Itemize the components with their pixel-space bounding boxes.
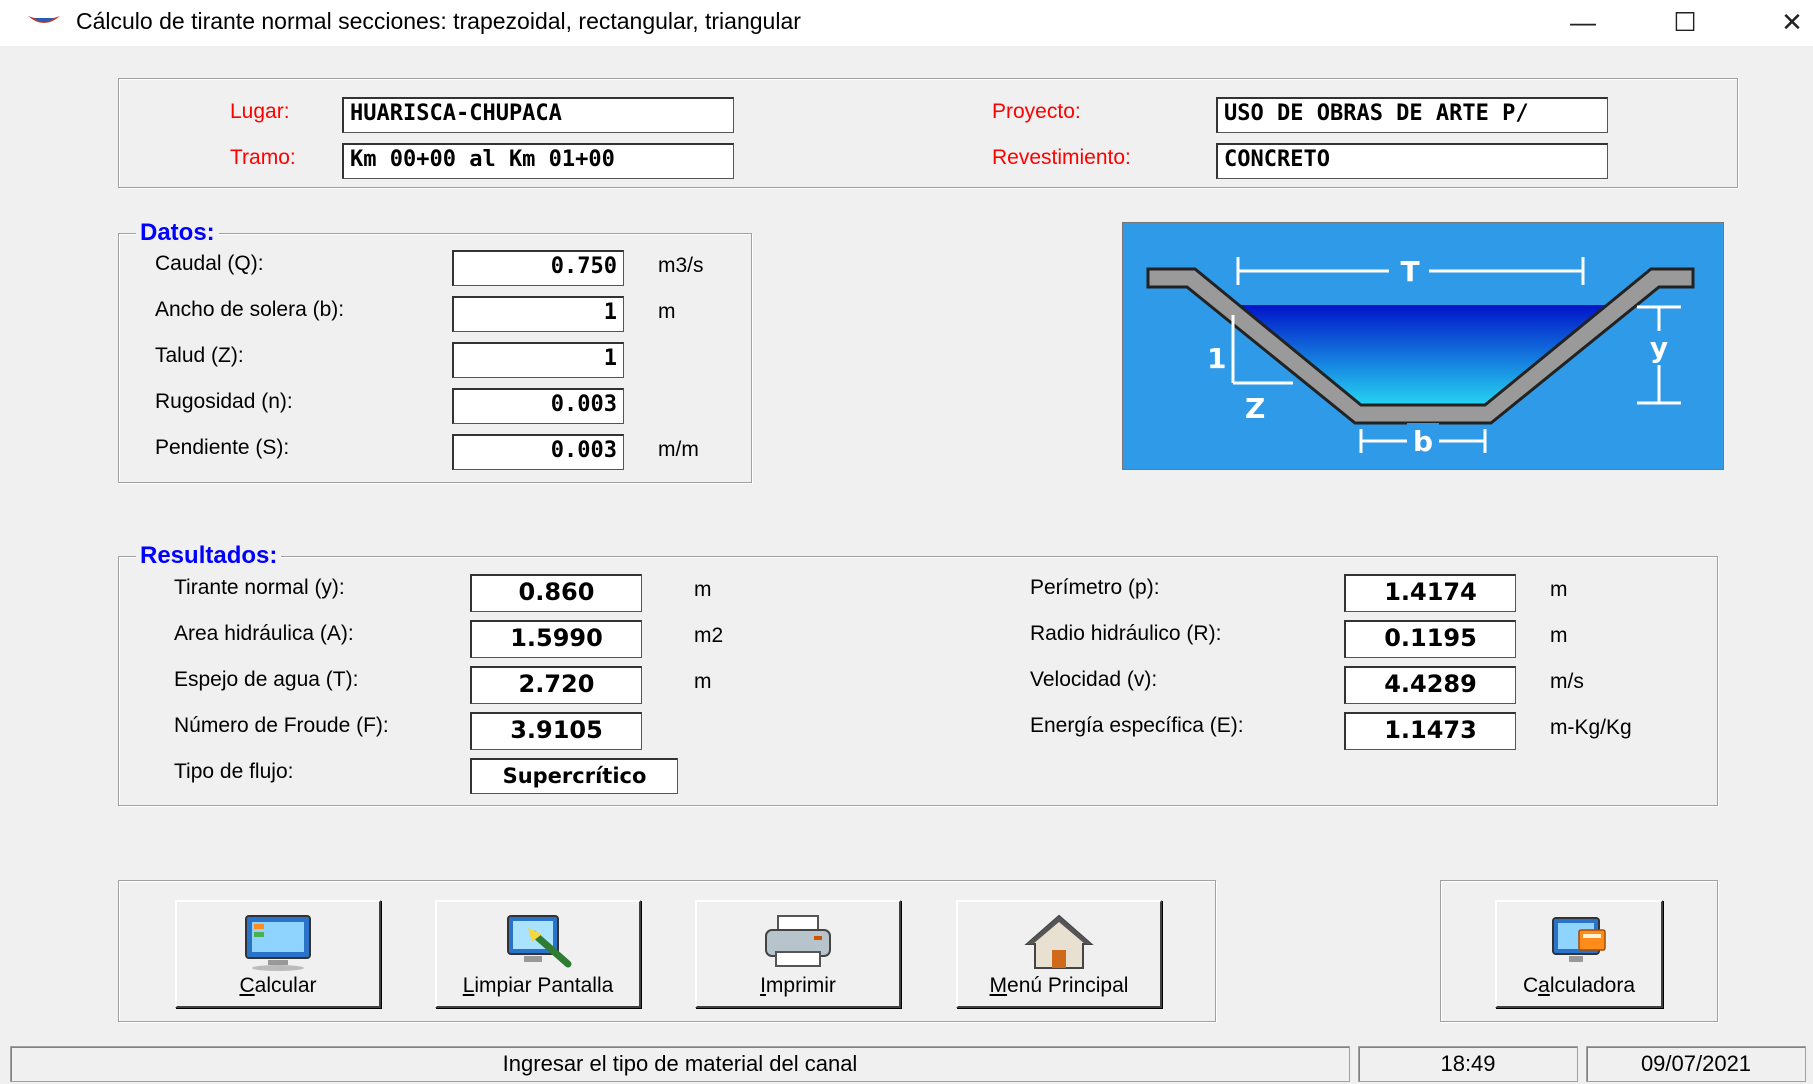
calculadora-button-label: Calculadora [1522, 974, 1636, 997]
radio-value: 0.1195 [1344, 620, 1516, 658]
close-button[interactable]: ✕ [1757, 0, 1813, 46]
energia-value: 1.1473 [1344, 712, 1516, 750]
status-message: Ingresar el tipo de material del canal [10, 1046, 1350, 1082]
menu-principal-button-label: Menú Principal [989, 974, 1129, 997]
resultados-legend: Resultados: [136, 542, 282, 570]
velocidad-label: Velocidad (v): [1030, 668, 1158, 691]
tipo-flujo-label: Tipo de flujo: [174, 760, 294, 783]
velocidad-value: 4.4289 [1344, 666, 1516, 704]
imprimir-button[interactable]: Imprimir [695, 900, 901, 1008]
caudal-unit: m3/s [658, 254, 704, 277]
tirante-label: Tirante normal (y): [174, 576, 345, 599]
limpiar-pantalla-button[interactable]: Limpiar Pantalla [435, 900, 641, 1008]
rugosidad-field[interactable]: 0.003 [452, 388, 624, 424]
lugar-field[interactable]: HUARISCA-CHUPACA [342, 97, 734, 133]
datos-legend: Datos: [136, 219, 219, 247]
revestimiento-field[interactable]: CONCRETO [1216, 143, 1608, 179]
espejo-label: Espejo de agua (T): [174, 668, 359, 691]
area-value: 1.5990 [470, 620, 642, 658]
revestimiento-label: Revestimiento: [992, 146, 1131, 169]
title-bar: Cálculo de tirante normal secciones: tra… [0, 0, 1813, 46]
ancho-unit: m [658, 300, 676, 323]
ancho-field[interactable]: 1 [452, 296, 624, 332]
velocidad-unit: m/s [1550, 670, 1584, 693]
talud-field[interactable]: 1 [452, 342, 624, 378]
caudal-label: Caudal (Q): [155, 252, 264, 275]
pendiente-field[interactable]: 0.003 [452, 434, 624, 470]
clean-screen-icon [507, 915, 572, 968]
diagram-label-y: y [1650, 331, 1668, 364]
home-icon [1024, 914, 1094, 969]
perimetro-label: Perímetro (p): [1030, 576, 1160, 599]
minimize-button[interactable]: — [1548, 0, 1618, 46]
talud-label: Talud (Z): [155, 344, 244, 367]
radio-unit: m [1550, 624, 1568, 647]
diagram-label-T: T [1400, 255, 1419, 288]
calculator-icon [1552, 917, 1606, 962]
tirante-value: 0.860 [470, 574, 642, 612]
ancho-label: Ancho de solera (b): [155, 298, 345, 321]
tirante-unit: m [694, 578, 712, 601]
perimetro-unit: m [1550, 578, 1568, 601]
app-icon [28, 16, 60, 23]
lugar-label: Lugar: [230, 100, 290, 123]
espejo-value: 2.720 [470, 666, 642, 704]
proyecto-label: Proyecto: [992, 100, 1081, 123]
status-date: 09/07/2021 [1586, 1046, 1806, 1082]
espejo-unit: m [694, 670, 712, 693]
area-label: Area hidráulica (A): [174, 622, 354, 645]
printer-icon [765, 915, 831, 967]
imprimir-button-label: Imprimir [760, 974, 836, 997]
pendiente-unit: m/m [658, 438, 699, 461]
trapezoidal-channel-svg: T y 1 Z b [1123, 223, 1723, 469]
froude-value: 3.9105 [470, 712, 642, 750]
pendiente-label: Pendiente (S): [155, 436, 290, 459]
caudal-field[interactable]: 0.750 [452, 250, 624, 286]
status-time: 18:49 [1358, 1046, 1578, 1082]
proyecto-field[interactable]: USO DE OBRAS DE ARTE P/ [1216, 97, 1608, 133]
diagram-label-Z: Z [1245, 392, 1265, 425]
diagram-label-1: 1 [1207, 342, 1226, 375]
rugosidad-label: Rugosidad (n): [155, 390, 293, 413]
calcular-button-label: Calcular [239, 974, 317, 997]
menu-principal-button[interactable]: Menú Principal [956, 900, 1162, 1008]
tramo-label: Tramo: [230, 146, 296, 169]
perimetro-value: 1.4174 [1344, 574, 1516, 612]
froude-label: Número de Froude (F): [174, 714, 389, 737]
energia-label: Energía específica (E): [1030, 714, 1244, 737]
maximize-button[interactable]: ☐ [1650, 0, 1720, 46]
window-title: Cálculo de tirante normal secciones: tra… [76, 8, 801, 34]
tramo-field[interactable]: Km 00+00 al Km 01+00 [342, 143, 734, 179]
diagram-label-b: b [1413, 425, 1433, 458]
area-unit: m2 [694, 624, 724, 647]
computer-icon [245, 915, 311, 971]
energia-unit: m-Kg/Kg [1550, 716, 1632, 739]
radio-label: Radio hidráulico (R): [1030, 622, 1222, 645]
calculadora-button[interactable]: Calculadora [1495, 900, 1663, 1008]
limpiar-pantalla-button-label: Limpiar Pantalla [462, 974, 614, 997]
tipo-flujo-value: Supercrítico [470, 758, 678, 794]
channel-diagram: T y 1 Z b [1122, 222, 1724, 470]
calcular-button[interactable]: Calcular [175, 900, 381, 1008]
